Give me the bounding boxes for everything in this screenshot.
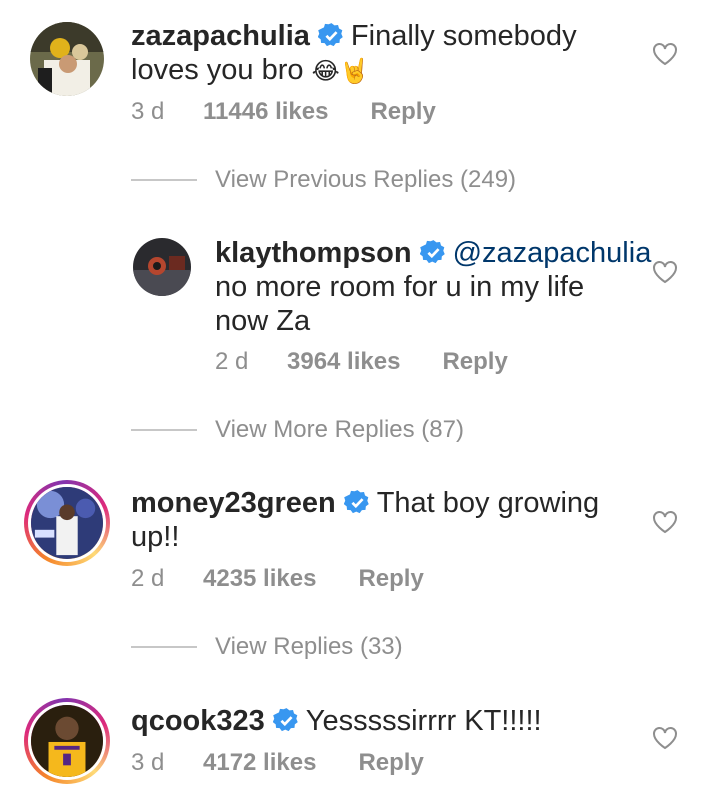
verified-badge-icon	[343, 490, 369, 514]
view-replies-label: View More Replies (87)	[215, 416, 464, 443]
view-more-replies-button[interactable]: View More Replies (87)	[131, 416, 464, 444]
avatar-story-ring[interactable]	[24, 698, 110, 784]
comment-text: qcook323 Yesssssirrrr KT!!!!!	[131, 704, 651, 738]
comment-body: Yesssssirrrr KT!!!!!	[305, 705, 542, 737]
heart-icon[interactable]	[652, 510, 678, 534]
comment-qcook323: qcook323 Yesssssirrrr KT!!!!! 3 d 4172 li…	[0, 690, 720, 812]
timestamp: 2 d	[131, 565, 165, 592]
comment-meta: 3 d 4172 likes Reply	[131, 749, 424, 777]
comment-text: zazapachulia Finally somebody loves you b…	[131, 19, 651, 88]
comment-meta: 3 d 11446 likes Reply	[131, 98, 436, 126]
comment-username[interactable]: money23green	[131, 487, 336, 519]
comment-body-cont: up!!	[131, 521, 180, 553]
avatar	[28, 702, 106, 780]
avatar[interactable]	[30, 22, 104, 96]
timestamp: 3 d	[131, 749, 165, 776]
avatar-story-ring[interactable]	[24, 480, 110, 566]
likes-count[interactable]: 11446 likes	[203, 98, 328, 126]
divider-line	[131, 429, 197, 431]
comment-zazapachulia: zazapachulia Finally somebody loves you b…	[0, 0, 720, 150]
comment-body-cont: loves you bro	[131, 54, 304, 86]
divider-line	[131, 179, 197, 181]
emoji: 😂🤘	[311, 57, 370, 85]
comment-body: no more room for u in my life	[215, 271, 585, 303]
heart-icon[interactable]	[652, 42, 678, 66]
heart-icon[interactable]	[652, 260, 678, 284]
mention-link[interactable]: @zazapachulia	[453, 237, 652, 269]
heart-icon[interactable]	[652, 726, 678, 750]
timestamp: 3 d	[131, 98, 165, 125]
likes-count[interactable]: 3964 likes	[287, 348, 400, 376]
avatar	[28, 484, 106, 562]
comment-text: klaythompson @zazapachulia no more room f…	[215, 236, 655, 338]
timestamp: 2 d	[215, 348, 249, 375]
comment-username[interactable]: klaythompson	[215, 237, 412, 269]
avatar-image	[31, 487, 103, 559]
view-replies-button[interactable]: View Replies (33)	[131, 633, 403, 661]
avatar-image	[133, 238, 191, 296]
comment-money23green: money23green That boy growing up!! 2 d 42…	[0, 470, 720, 620]
avatar[interactable]	[133, 238, 191, 296]
comment-username[interactable]: zazapachulia	[131, 20, 310, 52]
likes-count[interactable]: 4172 likes	[203, 749, 316, 777]
reply-button[interactable]: Reply	[358, 749, 423, 777]
verified-badge-icon	[317, 23, 343, 47]
reply-klaythompson: klaythompson @zazapachulia no more room f…	[0, 220, 720, 400]
avatar-image	[30, 22, 104, 96]
reply-button[interactable]: Reply	[370, 98, 435, 126]
comment-username[interactable]: qcook323	[131, 705, 265, 737]
comment-body: Finally somebody	[350, 20, 577, 52]
view-replies-label: View Previous Replies (249)	[215, 166, 517, 193]
divider-line	[131, 646, 197, 648]
comment-meta: 2 d 3964 likes Reply	[215, 348, 508, 376]
reply-button[interactable]: Reply	[442, 348, 507, 376]
comment-body: That boy growing	[376, 487, 600, 519]
comment-meta: 2 d 4235 likes Reply	[131, 565, 424, 593]
reply-button[interactable]: Reply	[358, 565, 423, 593]
comment-body-cont: now Za	[215, 305, 311, 337]
likes-count[interactable]: 4235 likes	[203, 565, 316, 593]
view-previous-replies-button[interactable]: View Previous Replies (249)	[131, 166, 516, 194]
verified-badge-icon	[272, 708, 298, 732]
comment-text: money23green That boy growing up!!	[131, 486, 651, 554]
verified-badge-icon	[419, 240, 445, 264]
avatar-image	[31, 705, 103, 777]
view-replies-label: View Replies (33)	[215, 633, 403, 660]
